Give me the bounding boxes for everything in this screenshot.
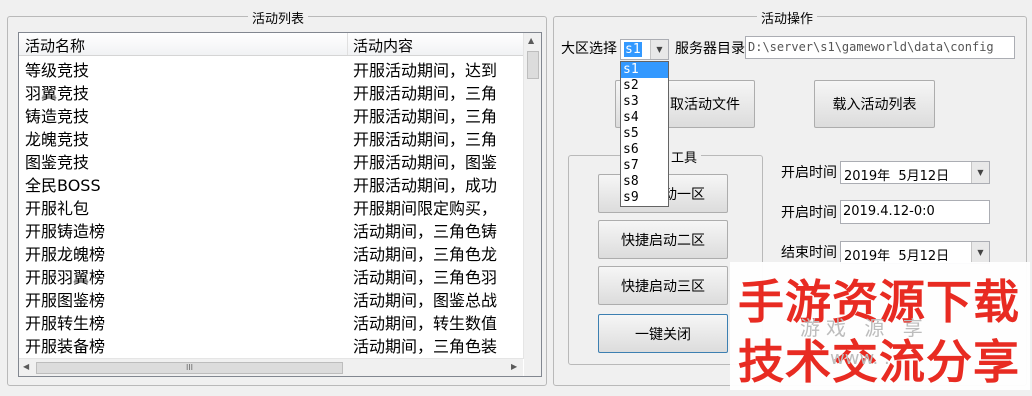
activity-name-cell: 羽翼竞技: [25, 84, 90, 103]
table-row[interactable]: 全民BOSS 开服活动期间，成功: [19, 171, 523, 195]
activity-name-cell: 等级竞技: [25, 61, 90, 80]
column-header-name[interactable]: 活动名称: [25, 35, 85, 56]
table-row[interactable]: 开服铸造榜 活动期间，三角色铸: [19, 217, 523, 241]
region-option[interactable]: s9: [621, 190, 668, 206]
activity-content-cell: 活动期间，三角色羽: [353, 268, 498, 287]
scroll-left-arrow-icon[interactable]: ◀: [23, 362, 29, 371]
column-header-content[interactable]: 活动内容: [353, 35, 413, 56]
quick-start-zone3-button[interactable]: 快捷启动三区: [598, 266, 728, 305]
activity-content-cell: 开服活动期间，三角: [353, 130, 498, 149]
region-option[interactable]: s3: [621, 94, 668, 110]
table-row[interactable]: 龙魄竞技 开服活动期间，三角: [19, 125, 523, 149]
activity-name-cell: 开服礼包: [25, 199, 90, 218]
listview-body: 等级竞技 开服活动期间，达到 羽翼竞技 开服活动期间，三角 铸造竞技 开服活动期间，三角龙…: [19, 56, 523, 356]
table-row[interactable]: 羽翼竞技 开服活动期间，三角: [19, 79, 523, 103]
start-date-value: 2019年 5月12日: [844, 169, 950, 184]
scroll-grip: III: [185, 363, 194, 372]
region-dropdown-list[interactable]: s1 s2 s3 s4 s5 s6 s7 s8 s9: [620, 61, 669, 207]
activity-name-cell: 开服转生榜: [25, 314, 106, 333]
activity-content-cell: 活动期间，三角色铸: [353, 222, 498, 241]
calendar-dropdown-icon[interactable]: ▼: [971, 242, 989, 263]
scroll-up-arrow-icon[interactable]: ▲: [528, 36, 534, 45]
column-separator[interactable]: [347, 33, 348, 55]
watermark-url: www. .: [830, 348, 890, 369]
table-row[interactable]: 开服转生榜 活动期间，转生数值: [19, 309, 523, 333]
activity-name-cell: 铸造竞技: [25, 107, 90, 126]
vertical-scrollbar[interactable]: ▲: [523, 33, 541, 359]
region-label: 大区选择: [561, 41, 617, 57]
region-option[interactable]: s8: [621, 174, 668, 190]
activity-content-cell: 开服期间限定购买，: [353, 199, 498, 218]
table-row[interactable]: 开服龙魄榜 活动期间，三角色龙: [19, 240, 523, 264]
activity-content-cell: 开服活动期间，成功: [353, 176, 498, 195]
table-row[interactable]: 开服羽翼榜 活动期间，三角色羽: [19, 263, 523, 287]
scroll-corner: [524, 359, 541, 376]
chevron-down-icon[interactable]: ▼: [650, 40, 668, 59]
activity-content-cell: 活动期间，转生数值: [353, 314, 498, 333]
activity-content-cell: 开服活动期间，图鉴: [353, 153, 498, 172]
region-option[interactable]: s1: [621, 62, 668, 78]
activity-name-cell: 开服图鉴榜: [25, 291, 106, 310]
activity-name-cell: 开服装备榜: [25, 337, 106, 356]
start-time-label-1: 开启时间: [781, 165, 837, 181]
load-activity-list-button[interactable]: 载入活动列表: [814, 80, 935, 128]
activity-name-cell: 图鉴竞技: [25, 153, 90, 172]
activity-list-group-title: 活动列表: [248, 8, 309, 27]
activity-content-cell: 开服活动期间，三角: [353, 107, 498, 126]
scroll-right-arrow-icon[interactable]: ▶: [511, 362, 517, 371]
table-row[interactable]: 开服礼包 开服期间限定购买，: [19, 194, 523, 218]
tools-group-title: 工具: [667, 147, 702, 166]
activity-content-cell: 活动期间，三角色龙: [353, 245, 498, 264]
activity-name-cell: 开服龙魄榜: [25, 245, 106, 264]
activity-name-cell: 全民BOSS: [25, 176, 101, 195]
table-row[interactable]: 铸造竞技 开服活动期间，三角: [19, 102, 523, 126]
region-option[interactable]: s6: [621, 142, 668, 158]
close-all-button[interactable]: 一键关闭: [598, 314, 728, 353]
activity-content-cell: 开服活动期间，三角: [353, 84, 498, 103]
activity-content-cell: 开服活动期间，达到: [353, 61, 498, 80]
start-time-label-2: 开启时间: [781, 205, 837, 221]
vertical-scroll-thumb[interactable]: [527, 51, 539, 79]
table-row[interactable]: 开服装备榜 活动期间，三角色装: [19, 332, 523, 356]
region-option[interactable]: s2: [621, 78, 668, 94]
region-option[interactable]: s4: [621, 110, 668, 126]
region-option[interactable]: s5: [621, 126, 668, 142]
end-date-picker[interactable]: 2019年 5月12日 ▼: [840, 241, 990, 264]
calendar-dropdown-icon[interactable]: ▼: [971, 162, 989, 183]
horizontal-scrollbar[interactable]: ◀ III ▶: [19, 358, 523, 376]
activity-listview[interactable]: 活动名称 活动内容 等级竞技 开服活动期间，达到 羽翼竞技 开服活动期间，三角 铸造竞技…: [18, 32, 542, 377]
activity-ops-group-title: 活动操作: [757, 8, 818, 27]
table-row[interactable]: 图鉴竞技 开服活动期间，图鉴: [19, 148, 523, 172]
activity-name-cell: 开服羽翼榜: [25, 268, 106, 287]
horizontal-scroll-thumb[interactable]: III: [36, 362, 343, 374]
activity-name-cell: 开服铸造榜: [25, 222, 106, 241]
region-combo[interactable]: s1 ▼: [620, 39, 669, 60]
region-option[interactable]: s7: [621, 158, 668, 174]
start-date-picker[interactable]: 2019年 5月12日 ▼: [840, 161, 990, 184]
watermark-overlay: 手游资源下载 游戏 源 享 技术交流分享 www. .: [730, 262, 1030, 390]
listview-header: 活动名称 活动内容: [19, 33, 523, 56]
table-row[interactable]: 等级竞技 开服活动期间，达到: [19, 56, 523, 80]
server-dir-input[interactable]: D:\server\s1\gameworld\data\config: [745, 36, 1015, 59]
activity-content-cell: 活动期间，三角色装: [353, 337, 498, 356]
server-dir-label: 服务器目录: [675, 41, 745, 57]
end-time-label: 结束时间: [781, 245, 837, 261]
table-row[interactable]: 开服图鉴榜 活动期间，图鉴总战: [19, 286, 523, 310]
activity-name-cell: 龙魄竞技: [25, 130, 90, 149]
activity-content-cell: 活动期间，图鉴总战: [353, 291, 498, 310]
quick-start-zone2-button[interactable]: 快捷启动二区: [598, 220, 728, 259]
start-time-input[interactable]: 2019.4.12-0:0: [840, 200, 990, 224]
region-combo-value: s1: [624, 42, 642, 57]
